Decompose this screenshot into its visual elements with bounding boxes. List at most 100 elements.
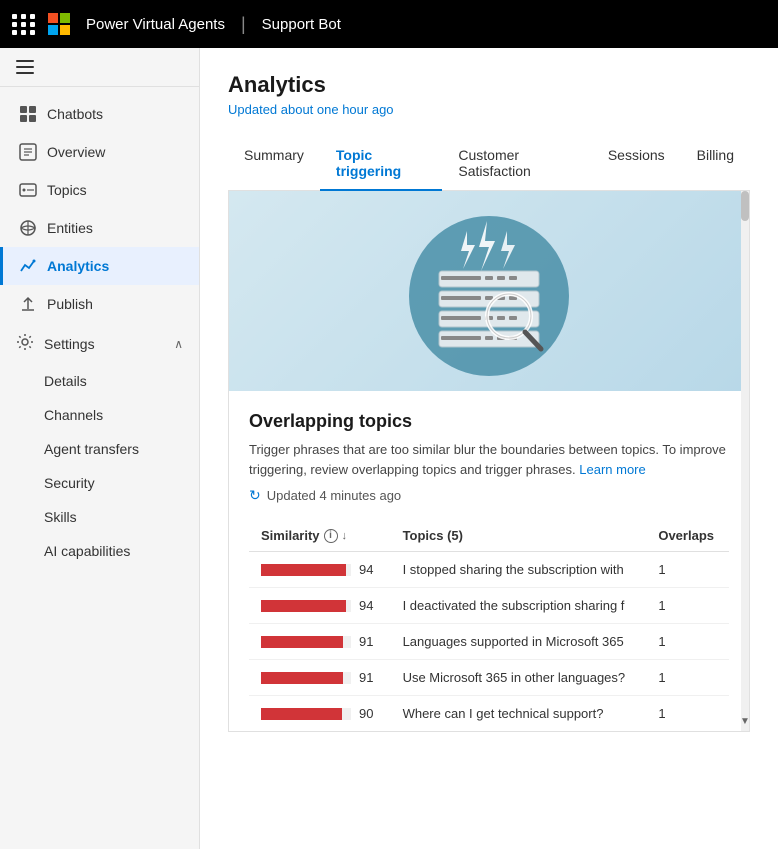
similarity-value: 94 <box>359 598 373 613</box>
update-row: ↻ Updated 4 minutes ago <box>249 487 729 504</box>
similarity-bar <box>261 600 346 612</box>
table-row[interactable]: 91 Use Microsoft 365 in other languages?… <box>249 660 729 696</box>
tab-sessions[interactable]: Sessions <box>592 137 681 191</box>
updated-text: Updated about one hour ago <box>228 102 750 117</box>
scroll-down-arrow[interactable]: ▼ <box>741 711 749 731</box>
sidebar-item-topics[interactable]: Topics <box>0 171 199 209</box>
settings-label: Settings <box>44 336 95 352</box>
sidebar-item-chatbots[interactable]: Chatbots <box>0 95 199 133</box>
similarity-bar <box>261 672 343 684</box>
similarity-bar-container <box>261 636 351 648</box>
refresh-icon[interactable]: ↻ <box>249 487 261 504</box>
table-row[interactable]: 90 Where can I get technical support? 1 <box>249 696 729 732</box>
hamburger-menu[interactable] <box>16 60 183 74</box>
nav-items: Chatbots Overview <box>0 87 199 576</box>
sidebar-header <box>0 48 199 87</box>
topics-table: Similarity i ↓ Topics (5) Overlaps <box>249 520 729 731</box>
subnav-details[interactable]: Details <box>0 364 199 398</box>
table-body: 94 I stopped sharing the subscription wi… <box>249 552 729 732</box>
similarity-header-label: Similarity <box>261 528 320 543</box>
learn-more-link[interactable]: Learn more <box>579 462 645 477</box>
hero-svg <box>379 201 599 381</box>
similarity-bar-container <box>261 708 351 720</box>
section-title: Overlapping topics <box>249 411 729 432</box>
overlapping-topics-section: Overlapping topics Trigger phrases that … <box>229 391 749 731</box>
main-content: Analytics Updated about one hour ago Sum… <box>200 48 778 849</box>
microsoft-logo <box>48 13 70 35</box>
topic-name[interactable]: I stopped sharing the subscription with <box>391 552 647 588</box>
subnav-channels[interactable]: Channels <box>0 398 199 432</box>
update-timestamp: Updated 4 minutes ago <box>267 488 401 503</box>
table-row[interactable]: 94 I stopped sharing the subscription wi… <box>249 552 729 588</box>
content-area: ▼ <box>228 191 750 732</box>
tab-customer-satisfaction[interactable]: Customer Satisfaction <box>442 137 591 191</box>
similarity-cell: 94 <box>249 552 391 588</box>
tab-topic-triggering[interactable]: Topic triggering <box>320 137 442 191</box>
publish-icon <box>19 295 37 313</box>
similarity-value: 90 <box>359 706 373 721</box>
similarity-value: 91 <box>359 634 373 649</box>
similarity-cell: 94 <box>249 588 391 624</box>
sidebar-item-publish[interactable]: Publish <box>0 285 199 323</box>
table-row[interactable]: 94 I deactivated the subscription sharin… <box>249 588 729 624</box>
sidebar-item-analytics[interactable]: Analytics <box>0 247 199 285</box>
overlaps-count: 1 <box>646 660 729 696</box>
subnav-skills[interactable]: Skills <box>0 500 199 534</box>
tab-billing[interactable]: Billing <box>681 137 750 191</box>
top-navigation: Power Virtual Agents | Support Bot <box>0 0 778 48</box>
settings-left: Settings <box>16 333 95 354</box>
description-text: Trigger phrases that are too similar blu… <box>249 442 726 477</box>
sidebar-item-entities[interactable]: Entities <box>0 209 199 247</box>
table-header: Similarity i ↓ Topics (5) Overlaps <box>249 520 729 552</box>
similarity-bar <box>261 708 342 720</box>
sidebar-item-overview[interactable]: Overview <box>0 133 199 171</box>
analytics-icon <box>19 257 37 275</box>
sidebar-item-settings[interactable]: Settings ∧ <box>0 323 199 364</box>
topic-name[interactable]: Use Microsoft 365 in other languages? <box>391 660 647 696</box>
nav-divider: | <box>241 14 246 35</box>
similarity-info-icon[interactable]: i <box>324 529 338 543</box>
th-similarity: Similarity i ↓ <box>249 520 391 552</box>
similarity-bar-container <box>261 564 351 576</box>
similarity-cell: 91 <box>249 660 391 696</box>
topics-icon <box>19 181 37 199</box>
main-layout: Chatbots Overview <box>0 48 778 849</box>
scroll-indicator: ▼ <box>741 191 749 731</box>
subnav-agent-transfers[interactable]: Agent transfers <box>0 432 199 466</box>
page-title: Analytics <box>228 72 750 98</box>
sidebar-item-overview-label: Overview <box>47 144 105 160</box>
similarity-cell: 90 <box>249 696 391 732</box>
overlaps-count: 1 <box>646 696 729 732</box>
overlaps-count: 1 <box>646 552 729 588</box>
tab-summary[interactable]: Summary <box>228 137 320 191</box>
overlaps-count: 1 <box>646 588 729 624</box>
hero-image <box>229 191 749 391</box>
sidebar-item-publish-label: Publish <box>47 296 93 312</box>
topic-name[interactable]: Languages supported in Microsoft 365 <box>391 624 647 660</box>
sort-icon[interactable]: ↓ <box>342 530 348 542</box>
overlaps-count: 1 <box>646 624 729 660</box>
sidebar: Chatbots Overview <box>0 48 200 849</box>
settings-chevron: ∧ <box>174 337 183 351</box>
settings-icon <box>16 333 34 354</box>
table-row[interactable]: 91 Languages supported in Microsoft 365 … <box>249 624 729 660</box>
sidebar-item-entities-label: Entities <box>47 220 93 236</box>
section-description: Trigger phrases that are too similar blu… <box>249 440 729 479</box>
similarity-bar-container <box>261 672 351 684</box>
topic-name[interactable]: Where can I get technical support? <box>391 696 647 732</box>
analytics-tabs: Summary Topic triggering Customer Satisf… <box>228 137 750 191</box>
similarity-cell: 91 <box>249 624 391 660</box>
sidebar-item-topics-label: Topics <box>47 182 87 198</box>
waffle-menu[interactable] <box>12 14 36 35</box>
subnav-security[interactable]: Security <box>0 466 199 500</box>
similarity-bar <box>261 636 343 648</box>
similarity-bar-container <box>261 600 351 612</box>
entities-icon <box>19 219 37 237</box>
settings-subitems: Details Channels Agent transfers Securit… <box>0 364 199 568</box>
subnav-ai-capabilities[interactable]: AI capabilities <box>0 534 199 568</box>
scroll-thumb[interactable] <box>741 191 749 221</box>
similarity-bar <box>261 564 346 576</box>
bot-name: Support Bot <box>262 16 341 33</box>
topic-name[interactable]: I deactivated the subscription sharing f <box>391 588 647 624</box>
product-name: Power Virtual Agents <box>86 16 225 33</box>
